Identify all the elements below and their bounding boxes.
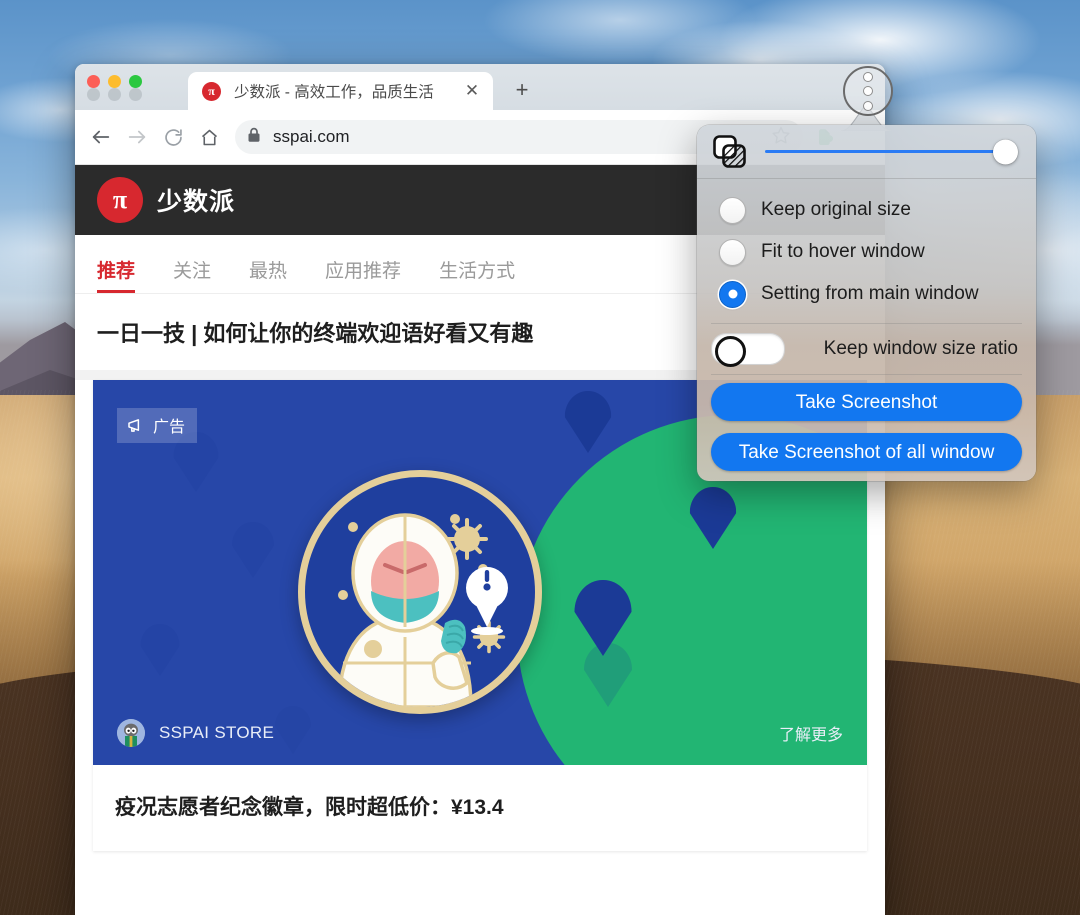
traffic-lights-reflection bbox=[87, 88, 142, 101]
nav-tab-app-recommend[interactable]: 应用推荐 bbox=[325, 256, 401, 293]
new-tab-button[interactable]: + bbox=[507, 75, 537, 105]
overlapping-squares-hatched-icon[interactable] bbox=[711, 133, 749, 171]
take-screenshot-button[interactable]: Take Screenshot bbox=[711, 383, 1022, 421]
radio-button-selected[interactable] bbox=[719, 280, 746, 308]
sspai-favicon-icon: π bbox=[202, 81, 221, 101]
megaphone-icon bbox=[128, 418, 140, 432]
take-screenshot-all-windows-button[interactable]: Take Screenshot of all window bbox=[711, 433, 1022, 471]
window-traffic-lights[interactable] bbox=[87, 75, 142, 88]
radio-label: Keep original size bbox=[761, 199, 911, 220]
nav-tab-following[interactable]: 关注 bbox=[173, 256, 211, 293]
ad-label-badge: 广告 bbox=[117, 408, 198, 443]
chrome-menu-three-dots-button[interactable] bbox=[843, 66, 893, 116]
popup-action-buttons: Take Screenshot Take Screenshot of all w… bbox=[697, 375, 1036, 481]
radio-option-fit-to-hover-window[interactable]: Fit to hover window bbox=[719, 231, 1036, 273]
minimize-window-button[interactable] bbox=[108, 75, 121, 88]
radio-option-keep-original-size[interactable]: Keep original size bbox=[719, 189, 1036, 231]
radio-label: Fit to hover window bbox=[761, 241, 925, 262]
sspai-logo-icon: π bbox=[97, 177, 143, 223]
menu-dot-3 bbox=[863, 100, 873, 111]
toggle-label: Keep window size ratio bbox=[823, 338, 1018, 359]
browser-tabstrip: π 少数派 - 高效工作，品质生活 ✕ + bbox=[75, 64, 885, 110]
menu-dot-1 bbox=[863, 71, 873, 82]
slider-track bbox=[765, 149, 1012, 154]
screen: π 少数派 - 高效工作，品质生活 ✕ + sspai.com π 少数派 推荐… bbox=[0, 0, 1080, 915]
tab-title: 少数派 - 高效工作，品质生活 bbox=[234, 84, 434, 101]
slider-thumb[interactable] bbox=[993, 139, 1018, 164]
radio-option-setting-from-main-window[interactable]: Setting from main window bbox=[719, 273, 1036, 315]
keep-window-size-ratio-toggle[interactable] bbox=[711, 333, 785, 367]
lock-icon bbox=[247, 127, 261, 148]
decorative-pin-icon bbox=[140, 624, 180, 676]
ad-learn-more-link[interactable]: 了解更多 bbox=[779, 721, 843, 745]
nav-tab-lifestyle[interactable]: 生活方式 bbox=[439, 256, 515, 293]
radio-button[interactable] bbox=[719, 196, 746, 224]
popup-header-row bbox=[697, 125, 1036, 179]
toggle-knob bbox=[715, 336, 746, 367]
forward-icon[interactable] bbox=[119, 119, 155, 155]
ad-caption-text[interactable]: 疫况志愿者纪念徽章，限时超低价：¥13.4 bbox=[93, 765, 867, 851]
ad-store-name: SSPAI STORE bbox=[159, 723, 275, 742]
maximize-window-button[interactable] bbox=[129, 75, 142, 88]
site-name: 少数派 bbox=[157, 188, 236, 216]
back-icon[interactable] bbox=[83, 119, 119, 155]
home-icon[interactable] bbox=[191, 119, 227, 155]
close-tab-icon[interactable]: ✕ bbox=[461, 80, 483, 102]
keep-window-size-ratio-row[interactable]: Keep window size ratio bbox=[697, 324, 1036, 374]
browser-tab[interactable]: π 少数派 - 高效工作，品质生活 ✕ bbox=[188, 72, 493, 110]
ad-enamel-pin-badge bbox=[298, 470, 542, 714]
size-mode-radio-group: Keep original size Fit to hover window S… bbox=[697, 179, 1036, 323]
ad-footer: SSPAI STORE 了解更多 bbox=[93, 719, 867, 747]
reload-icon[interactable] bbox=[155, 119, 191, 155]
sspai-store-avatar bbox=[117, 719, 145, 747]
nav-tab-recommend[interactable]: 推荐 bbox=[97, 256, 136, 293]
size-slider[interactable] bbox=[765, 139, 1018, 165]
map-pin-icon bbox=[564, 391, 612, 453]
decorative-pin-icon bbox=[232, 522, 274, 578]
radio-button[interactable] bbox=[719, 238, 746, 266]
menu-dot-2 bbox=[863, 86, 873, 96]
ad-label-text: 广告 bbox=[153, 419, 186, 436]
close-window-button[interactable] bbox=[87, 75, 100, 88]
radio-label: Setting from main window bbox=[761, 283, 979, 304]
screenshot-extension-popup: Keep original size Fit to hover window S… bbox=[697, 125, 1036, 481]
nav-tab-hottest[interactable]: 最热 bbox=[249, 256, 287, 293]
